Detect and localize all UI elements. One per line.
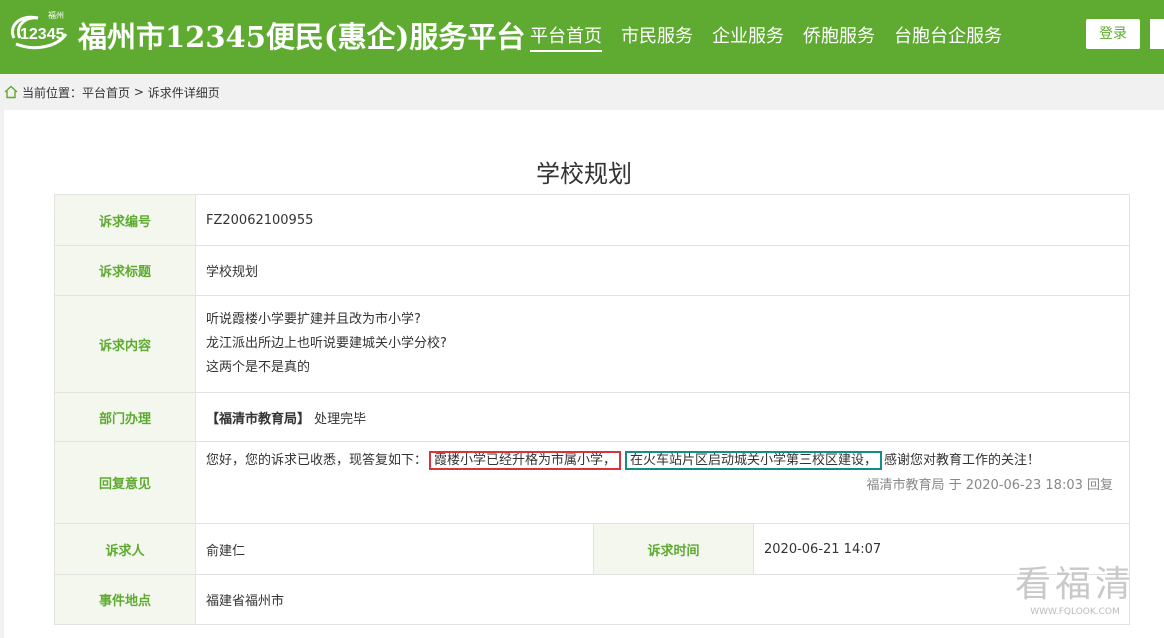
content-line: 这两个是不是真的 — [206, 360, 311, 375]
breadcrumb-home-link[interactable]: 平台首页 — [82, 84, 130, 101]
reply-highlight-teal: 在火车站片区启动城关小学第三校区建设， — [625, 451, 883, 470]
location-label: 事件地点 — [54, 574, 196, 625]
reply-suffix: 感谢您对教育工作的关注！ — [884, 453, 1041, 468]
main-nav: 平台首页 市民服务 企业服务 侨胞服务 台胞台企服务 — [530, 22, 1021, 52]
watermark-text: 看福清 — [1014, 564, 1135, 605]
time-label: 诉求时间 — [593, 523, 754, 575]
row-location: 事件地点 福建省福州市 — [54, 574, 1130, 625]
location-value: 福建省福州市 — [195, 574, 1130, 625]
nav-citizen-services[interactable]: 市民服务 — [621, 22, 693, 52]
dept-status: 处理完毕 — [314, 411, 367, 427]
logo-city: 福州 — [48, 11, 64, 20]
dept-label: 部门办理 — [54, 392, 196, 442]
page-title: 学校规划 — [536, 160, 632, 188]
nav-enterprise-services[interactable]: 企业服务 — [712, 22, 784, 52]
number-label: 诉求编号 — [54, 194, 196, 246]
row-department: 部门办理 【福清市教育局】 处理完毕 — [54, 392, 1130, 442]
content-line: 听说霞楼小学要扩建并且改为市小学? — [206, 312, 421, 327]
breadcrumb-current: 诉求件详细页 — [147, 85, 220, 100]
row-content: 诉求内容 听说霞楼小学要扩建并且改为市小学? 龙江派出所边上也听说要建城关小学分… — [54, 295, 1130, 393]
breadcrumb-prefix: 当前位置： — [22, 85, 83, 100]
content-line: 龙江派出所边上也听说要建城关小学分校? — [206, 336, 447, 351]
home-icon — [4, 85, 18, 99]
breadcrumb-separator: > — [130, 85, 148, 99]
reply-meta: 福清市教育局 于 2020-06-23 18:03 回复 — [866, 478, 1113, 493]
row-reply: 回复意见 您好，您的诉求已收悉，现答复如下： 霞楼小学已经升格为市属小学， 在火车站… — [54, 441, 1130, 524]
content-label: 诉求内容 — [54, 295, 196, 393]
subject-value: 学校规划 — [195, 245, 1130, 296]
content-value: 听说霞楼小学要扩建并且改为市小学? 龙江派出所边上也听说要建城关小学分校? 这两… — [195, 295, 1130, 393]
logo-number: 12345 — [20, 26, 65, 43]
reply-highlight-red: 霞楼小学已经升格为市属小学， — [429, 451, 622, 470]
breadcrumb: 当前位置： 平台首页 > 诉求件详细页 — [4, 84, 220, 100]
person-value: 俞建仁 — [195, 523, 594, 575]
row-subject: 诉求标题 学校规划 — [54, 245, 1130, 296]
site-title: 福州市12345便民(惠企)服务平台 — [78, 20, 526, 54]
row-number: 诉求编号 FZ20062100955 — [54, 194, 1130, 246]
reply-value: 您好，您的诉求已收悉，现答复如下： 霞楼小学已经升格为市属小学， 在火车站片区启动城… — [195, 441, 1130, 524]
reply-prefix: 您好，您的诉求已收悉，现答复如下： — [206, 453, 428, 468]
request-detail-table: 诉求编号 FZ20062100955 诉求标题 学校规划 诉求内容 听说霞楼小学… — [54, 194, 1130, 625]
reply-text: 您好，您的诉求已收悉，现答复如下： 霞楼小学已经升格为市属小学， 在火车站片区启动城… — [206, 450, 1119, 472]
site-logo[interactable]: 12345 福州 — [6, 8, 72, 58]
register-button[interactable] — [1150, 19, 1164, 49]
person-label: 诉求人 — [54, 523, 196, 575]
nav-taiwan-services[interactable]: 台胞台企服务 — [894, 22, 1002, 52]
subject-label: 诉求标题 — [54, 245, 196, 296]
watermark: 看福清 WWW.FQLOOK.COM — [1000, 555, 1150, 617]
dept-value: 【福清市教育局】 处理完毕 — [195, 392, 1130, 442]
row-person-time: 诉求人 俞建仁 诉求时间 2020-06-21 14:07 — [54, 523, 1130, 575]
login-button[interactable]: 登录 — [1086, 19, 1140, 49]
reply-label: 回复意见 — [54, 441, 196, 524]
dept-name: 【福清市教育局】 — [206, 411, 311, 427]
watermark-url: WWW.FQLOOK.COM — [1030, 607, 1120, 617]
nav-overseas-services[interactable]: 侨胞服务 — [803, 22, 875, 52]
number-value: FZ20062100955 — [195, 194, 1130, 246]
site-header: 12345 福州 福州市12345便民(惠企)服务平台 平台首页 市民服务 企业… — [0, 0, 1164, 74]
nav-home[interactable]: 平台首页 — [530, 22, 602, 52]
detail-panel: 学校规划 诉求编号 FZ20062100955 诉求标题 学校规划 诉求内容 听… — [4, 110, 1164, 638]
